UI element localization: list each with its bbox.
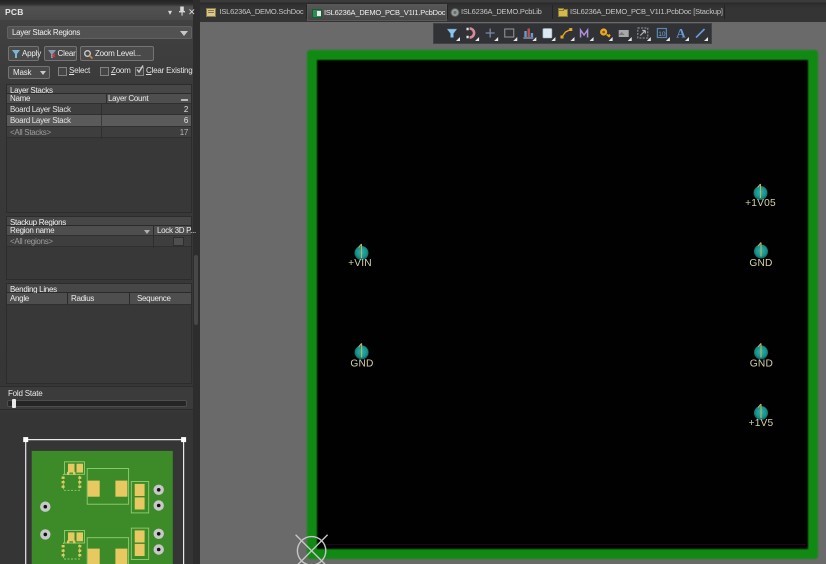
svg-text:A: A	[676, 25, 686, 40]
svg-text:GND: GND	[750, 359, 773, 370]
svg-text:10: 10	[658, 30, 666, 37]
svg-text:+1V5: +1V5	[749, 418, 774, 429]
svg-text:+VIN: +VIN	[348, 258, 372, 269]
svg-text:GND: GND	[749, 258, 772, 269]
svg-text:+1V05: +1V05	[745, 198, 776, 209]
svg-text:GND: GND	[350, 359, 373, 370]
